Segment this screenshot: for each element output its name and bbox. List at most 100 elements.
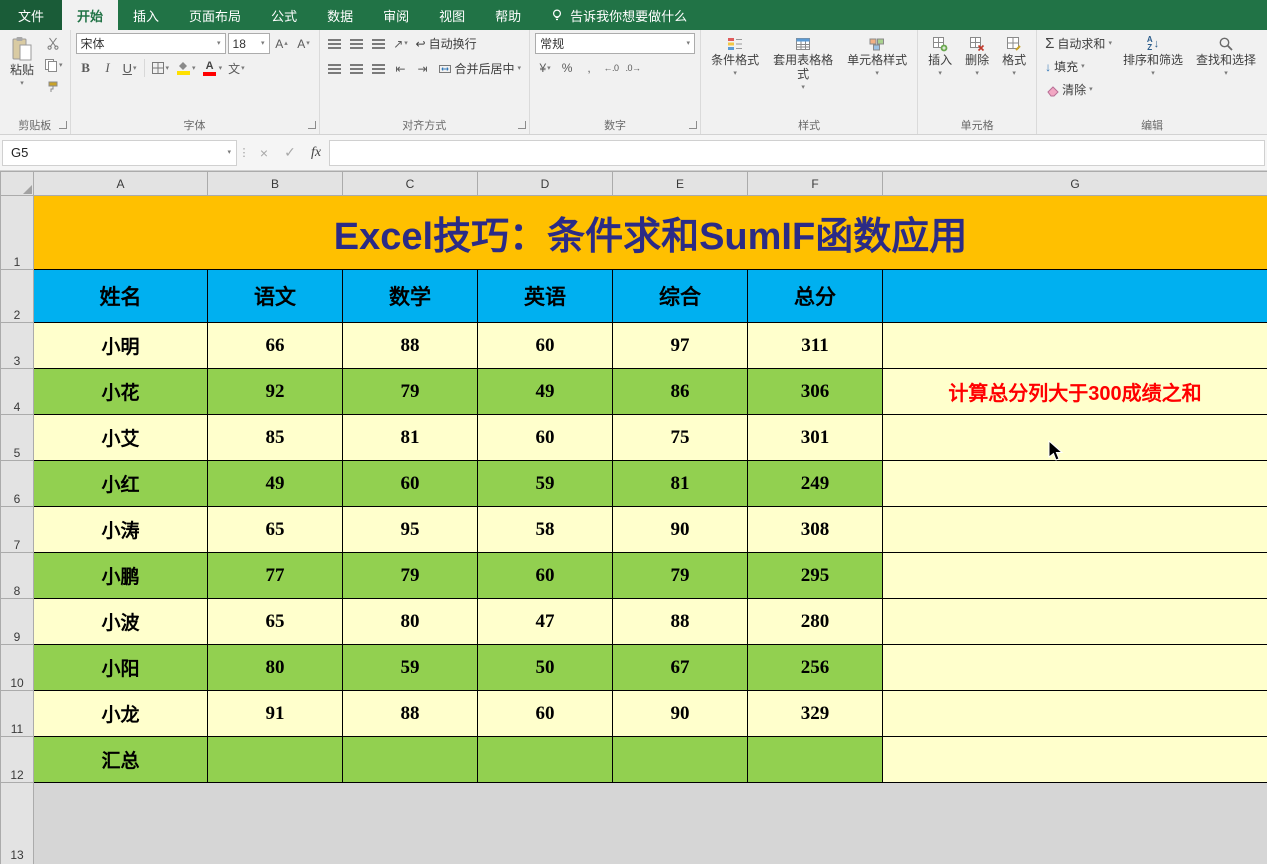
- cell-E9[interactable]: 88: [612, 598, 748, 645]
- cell-C9[interactable]: 80: [342, 598, 478, 645]
- cell-C4[interactable]: 79: [342, 368, 478, 415]
- find-select-button[interactable]: 查找和选择 ▾: [1191, 33, 1261, 80]
- clear-button[interactable]: 清除 ▾: [1042, 79, 1115, 100]
- cell-G7[interactable]: [882, 506, 1267, 553]
- align-right-button[interactable]: [369, 59, 389, 79]
- column-header-A[interactable]: A: [33, 171, 208, 196]
- row-header-8[interactable]: 8: [0, 552, 34, 599]
- cell-G9[interactable]: [882, 598, 1267, 645]
- decrease-font-size-button[interactable]: A ▾: [294, 34, 314, 54]
- cell-A11[interactable]: 小龙: [33, 690, 208, 737]
- cell-C7[interactable]: 95: [342, 506, 478, 553]
- header-cell-english[interactable]: 英语: [477, 269, 613, 323]
- row-header-9[interactable]: 9: [0, 598, 34, 645]
- clipboard-dialog-launcher[interactable]: [58, 121, 67, 129]
- header-cell-name[interactable]: 姓名: [33, 269, 208, 323]
- decrease-indent-button[interactable]: ⇤: [391, 59, 411, 79]
- header-cell-total[interactable]: 总分: [747, 269, 883, 323]
- row-header-1[interactable]: 1: [0, 195, 34, 270]
- column-header-F[interactable]: F: [747, 171, 883, 196]
- empty-area[interactable]: [33, 782, 1267, 864]
- cell-F11[interactable]: 329: [747, 690, 883, 737]
- column-header-E[interactable]: E: [612, 171, 748, 196]
- insert-function-button[interactable]: fx: [303, 140, 329, 166]
- cell-B8[interactable]: 77: [207, 552, 343, 599]
- cell-D10[interactable]: 50: [477, 644, 613, 691]
- cell-F7[interactable]: 308: [747, 506, 883, 553]
- underline-button[interactable]: U ▾: [120, 58, 140, 78]
- cell-D12[interactable]: [477, 736, 613, 783]
- column-header-G[interactable]: G: [882, 171, 1267, 196]
- borders-button[interactable]: ▾: [149, 58, 172, 78]
- cell-B10[interactable]: 80: [207, 644, 343, 691]
- cell-E8[interactable]: 79: [612, 552, 748, 599]
- paste-button[interactable]: 粘贴 ▾: [5, 33, 39, 90]
- cell-E6[interactable]: 81: [612, 460, 748, 507]
- enter-button[interactable]: ✓: [277, 140, 303, 166]
- column-header-C[interactable]: C: [342, 171, 478, 196]
- cell-B6[interactable]: 49: [207, 460, 343, 507]
- row-header-12[interactable]: 12: [0, 736, 34, 783]
- formula-input[interactable]: [329, 139, 1265, 166]
- cell-C11[interactable]: 88: [342, 690, 478, 737]
- tab-help[interactable]: 帮助: [480, 0, 536, 30]
- formula-bar-splitter[interactable]: ⋮: [237, 146, 251, 159]
- italic-button[interactable]: I: [98, 58, 118, 78]
- merge-center-button[interactable]: 合并后居中 ▾: [435, 58, 525, 79]
- bold-button[interactable]: B: [76, 58, 96, 78]
- orientation-button[interactable]: ↗ ▾: [391, 34, 411, 54]
- cell-B11[interactable]: 91: [207, 690, 343, 737]
- wrap-text-button[interactable]: ↩ 自动换行: [413, 33, 480, 54]
- cell-D4[interactable]: 49: [477, 368, 613, 415]
- cell-F3[interactable]: 311: [747, 322, 883, 369]
- font-dialog-launcher[interactable]: [307, 121, 316, 129]
- row-header-10[interactable]: 10: [0, 644, 34, 691]
- cell-A3[interactable]: 小明: [33, 322, 208, 369]
- cell-B4[interactable]: 92: [207, 368, 343, 415]
- cell-F8[interactable]: 295: [747, 552, 883, 599]
- phonetic-guide-button[interactable]: 文 ▾: [226, 58, 247, 78]
- cell-D3[interactable]: 60: [477, 322, 613, 369]
- copy-button[interactable]: ▾: [42, 55, 65, 75]
- cell-A4[interactable]: 小花: [33, 368, 208, 415]
- row-header-5[interactable]: 5: [0, 414, 34, 461]
- column-header-B[interactable]: B: [207, 171, 343, 196]
- cell-A12-summary[interactable]: 汇总: [33, 736, 208, 783]
- row-header-4[interactable]: 4: [0, 368, 34, 415]
- font-size-select[interactable]: 18 ▾: [227, 33, 270, 54]
- cell-A6[interactable]: 小红: [33, 460, 208, 507]
- increase-indent-button[interactable]: ⇥: [413, 59, 433, 79]
- cell-B9[interactable]: 65: [207, 598, 343, 645]
- align-top-button[interactable]: [325, 34, 345, 54]
- cell-E12[interactable]: [612, 736, 748, 783]
- cell-E4[interactable]: 86: [612, 368, 748, 415]
- cell-C6[interactable]: 60: [342, 460, 478, 507]
- cell-E5[interactable]: 75: [612, 414, 748, 461]
- select-all-corner[interactable]: [0, 171, 34, 196]
- row-header-3[interactable]: 3: [0, 322, 34, 369]
- cell-C12[interactable]: [342, 736, 478, 783]
- increase-decimal-button[interactable]: ←.0: [601, 58, 621, 78]
- cell-E10[interactable]: 67: [612, 644, 748, 691]
- cell-A8[interactable]: 小鹏: [33, 552, 208, 599]
- cell-D7[interactable]: 58: [477, 506, 613, 553]
- row-header-11[interactable]: 11: [0, 690, 34, 737]
- name-box[interactable]: G5 ▾: [2, 139, 237, 166]
- font-name-select[interactable]: 宋体 ▾: [75, 33, 226, 54]
- tab-home[interactable]: 开始: [62, 0, 119, 30]
- cell-G12[interactable]: [882, 736, 1267, 783]
- cell-styles-button[interactable]: 单元格样式 ▾: [842, 33, 912, 80]
- row-header-7[interactable]: 7: [0, 506, 34, 553]
- cell-E11[interactable]: 90: [612, 690, 748, 737]
- cell-F9[interactable]: 280: [747, 598, 883, 645]
- cell-B12[interactable]: [207, 736, 343, 783]
- cell-E7[interactable]: 90: [612, 506, 748, 553]
- cell-G8[interactable]: [882, 552, 1267, 599]
- column-header-D[interactable]: D: [477, 171, 613, 196]
- decrease-decimal-button[interactable]: .0→: [623, 58, 643, 78]
- autosum-button[interactable]: Σ 自动求和 ▾: [1042, 33, 1115, 54]
- align-left-button[interactable]: [325, 59, 345, 79]
- cell-G5[interactable]: [882, 414, 1267, 461]
- tab-formulas[interactable]: 公式: [256, 0, 312, 30]
- cell-E3[interactable]: 97: [612, 322, 748, 369]
